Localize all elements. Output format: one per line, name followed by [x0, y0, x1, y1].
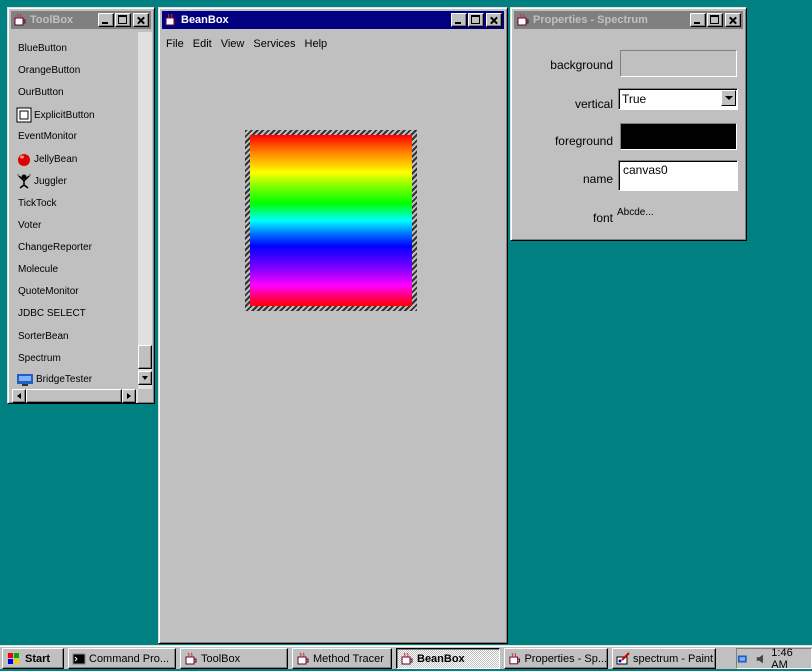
vertical-select-value: True [622, 92, 647, 106]
spectrum-bean[interactable] [250, 135, 412, 306]
java-cup-icon [297, 652, 309, 664]
name-field-value: canvas0 [623, 163, 668, 177]
menu-services[interactable]: Services [253, 38, 295, 50]
toolbox-item[interactable]: Spectrum [16, 353, 61, 364]
taskbar-button-command-prompt[interactable]: Command Pro... [68, 648, 176, 669]
close-button[interactable] [725, 13, 741, 27]
toolbox-item[interactable]: OrangeButton [16, 65, 80, 76]
taskbar: Start Command Pro... ToolBox Method Trac… [0, 645, 812, 671]
beanbox-title: BeanBox [181, 14, 229, 26]
foreground-label: foreground [554, 134, 613, 148]
scroll-left-button[interactable] [12, 389, 26, 403]
toolbox-item[interactable]: OurButton [16, 87, 64, 98]
toolbox-item[interactable]: JellyBean [16, 151, 77, 167]
toolbox-item[interactable]: Juggler [16, 173, 67, 189]
maximize-button[interactable] [468, 13, 484, 27]
toolbox-item[interactable]: TickTock [16, 198, 57, 209]
taskbar-button-beanbox[interactable]: BeanBox [396, 648, 500, 669]
explicit-button-icon [16, 107, 32, 123]
vertical-select[interactable]: True [618, 88, 738, 110]
toolbox-title: ToolBox [30, 14, 74, 26]
command-prompt-icon [72, 653, 86, 664]
toolbox-item[interactable]: ExplicitButton [16, 107, 95, 123]
close-button[interactable] [486, 13, 502, 27]
menu-help[interactable]: Help [305, 38, 328, 50]
jellybean-icon [18, 154, 30, 166]
toolbox-item[interactable]: BlueButton [16, 43, 67, 54]
scroll-down-button[interactable] [138, 371, 152, 385]
java-cup-icon [14, 13, 26, 26]
properties-title: Properties - Spectrum [533, 14, 648, 26]
java-cup-icon [509, 652, 521, 664]
minimize-button[interactable] [690, 13, 706, 27]
bridge-tester-icon [17, 374, 33, 386]
toolbox-item[interactable]: Voter [16, 220, 41, 231]
name-field[interactable]: canvas0 [618, 160, 738, 191]
toolbox-window: ToolBox BlueButton OrangeButton OurButto… [7, 7, 155, 404]
maximize-button[interactable] [707, 13, 723, 27]
toolbox-item[interactable]: ChangeReporter [16, 242, 92, 253]
name-label: name [582, 172, 613, 186]
taskbar-button-method-tracer[interactable]: Method Tracer [292, 648, 392, 669]
scroll-thumb[interactable] [138, 345, 152, 369]
menu-bar: File Edit View Services Help [166, 38, 336, 50]
selected-bean-border[interactable] [245, 130, 417, 311]
toolbox-item[interactable]: Molecule [16, 264, 58, 275]
arrow-left-icon [17, 393, 21, 399]
arrow-right-icon [127, 393, 131, 399]
system-tray: 1:46 AM [736, 647, 812, 671]
java-cup-icon [517, 13, 529, 26]
font-value[interactable]: Abcde... [617, 207, 654, 218]
java-cup-icon [185, 652, 197, 664]
vertical-label: vertical [574, 97, 613, 111]
taskbar-button-properties[interactable]: Properties - Sp... [504, 648, 608, 669]
java-cup-icon [401, 652, 413, 664]
beanbox-titlebar[interactable]: BeanBox [162, 11, 504, 29]
clock[interactable]: 1:46 AM [771, 647, 807, 671]
background-color-swatch[interactable] [620, 50, 737, 77]
toolbox-item[interactable]: EventMonitor [16, 131, 77, 142]
minimize-button[interactable] [451, 13, 467, 27]
start-button[interactable]: Start [2, 648, 64, 669]
paint-icon [616, 651, 630, 664]
toolbox-titlebar[interactable]: ToolBox [11, 11, 151, 29]
java-cup-icon [165, 13, 177, 26]
toolbox-item[interactable]: SorterBean [16, 331, 69, 342]
menu-edit[interactable]: Edit [193, 38, 212, 50]
scroll-right-button[interactable] [122, 389, 136, 403]
toolbox-item[interactable]: QuoteMonitor [16, 286, 79, 297]
maximize-button[interactable] [115, 13, 131, 27]
windows-logo-icon [8, 652, 19, 664]
toolbox-item[interactable]: BridgeTester [16, 371, 92, 387]
network-icon[interactable] [737, 652, 753, 666]
minimize-button[interactable] [98, 13, 114, 27]
properties-titlebar[interactable]: Properties - Spectrum [514, 11, 743, 29]
font-label: font [592, 211, 613, 225]
foreground-color-swatch[interactable] [620, 123, 737, 150]
beanbox-window: BeanBox [158, 7, 508, 644]
background-label: background [550, 58, 613, 72]
chevron-down-icon[interactable] [721, 90, 736, 106]
vertical-scrollbar[interactable] [138, 32, 152, 389]
taskbar-button-toolbox[interactable]: ToolBox [180, 648, 288, 669]
arrow-down-icon [142, 376, 148, 380]
menu-view[interactable]: View [221, 38, 245, 50]
taskbar-button-paint[interactable]: spectrum - Paint [612, 648, 716, 669]
properties-window: Properties - Spectrum background vertica… [510, 7, 747, 241]
volume-icon[interactable] [755, 652, 767, 666]
menu-file[interactable]: File [166, 38, 184, 50]
juggler-icon [16, 173, 32, 189]
toolbox-item[interactable]: JDBC SELECT [16, 308, 86, 319]
scroll-thumb-horizontal[interactable] [26, 389, 122, 403]
close-button[interactable] [133, 13, 149, 27]
